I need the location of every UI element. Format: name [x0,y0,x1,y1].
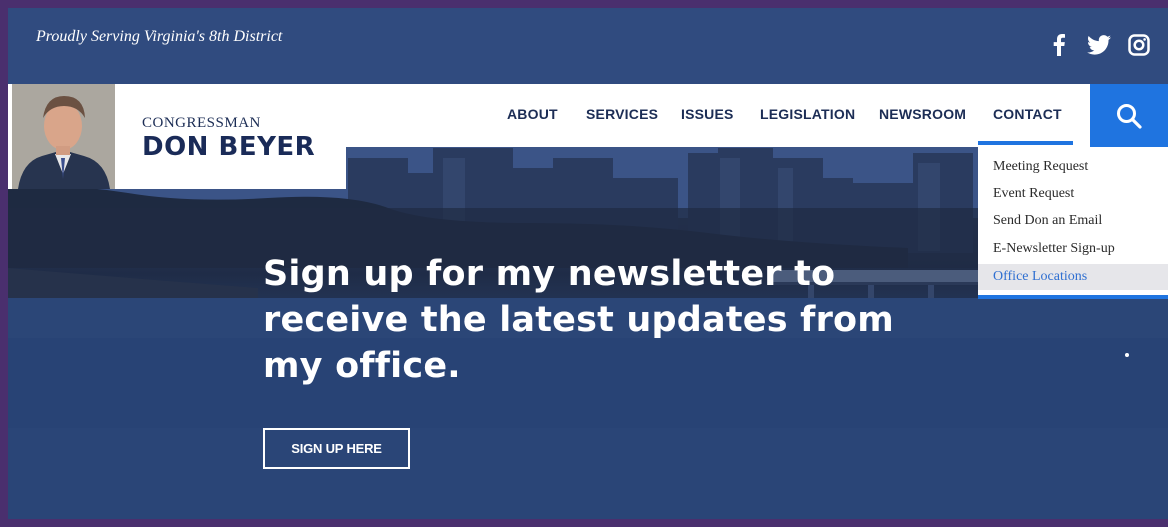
facebook-icon[interactable] [1046,32,1072,58]
dropdown-item-event-request[interactable]: Event Request [978,181,1168,207]
nav-contact[interactable]: CONTACT [993,106,1062,122]
congressman-portrait [12,84,115,189]
hero-headline: Sign up for my newsletter to receive the… [263,254,894,386]
dropdown-item-enewsletter[interactable]: E-Newsletter Sign-up [978,236,1168,262]
nav-contact-underline [978,141,1073,145]
brand-title-small: CONGRESSMAN [142,115,261,131]
social-links [1046,32,1152,58]
dropdown-item-office-locations[interactable]: Office Locations [978,264,1168,290]
search-button[interactable] [1090,84,1168,147]
dropdown-item-send-email[interactable]: Send Don an Email [978,208,1168,234]
brand-title-big: DON BEYER [142,132,316,162]
nav-newsroom[interactable]: NEWSROOM [879,106,966,122]
search-icon [1117,103,1142,129]
tagline: Proudly Serving Virginia's 8th District [36,28,283,45]
nav-about[interactable]: ABOUT [507,106,558,122]
dropdown-item-meeting-request[interactable]: Meeting Request [978,154,1168,180]
instagram-icon[interactable] [1126,32,1152,58]
nav-services[interactable]: SERVICES [586,106,658,122]
top-bar [8,8,1168,84]
contact-dropdown: Meeting Request Event Request Send Don a… [978,147,1168,299]
nav-issues[interactable]: ISSUES [681,106,734,122]
twitter-icon[interactable] [1086,32,1112,58]
nav-legislation[interactable]: LEGISLATION [760,106,855,122]
sign-up-button[interactable]: SIGN UP HERE [263,428,410,469]
decorative-dot [1125,353,1129,357]
